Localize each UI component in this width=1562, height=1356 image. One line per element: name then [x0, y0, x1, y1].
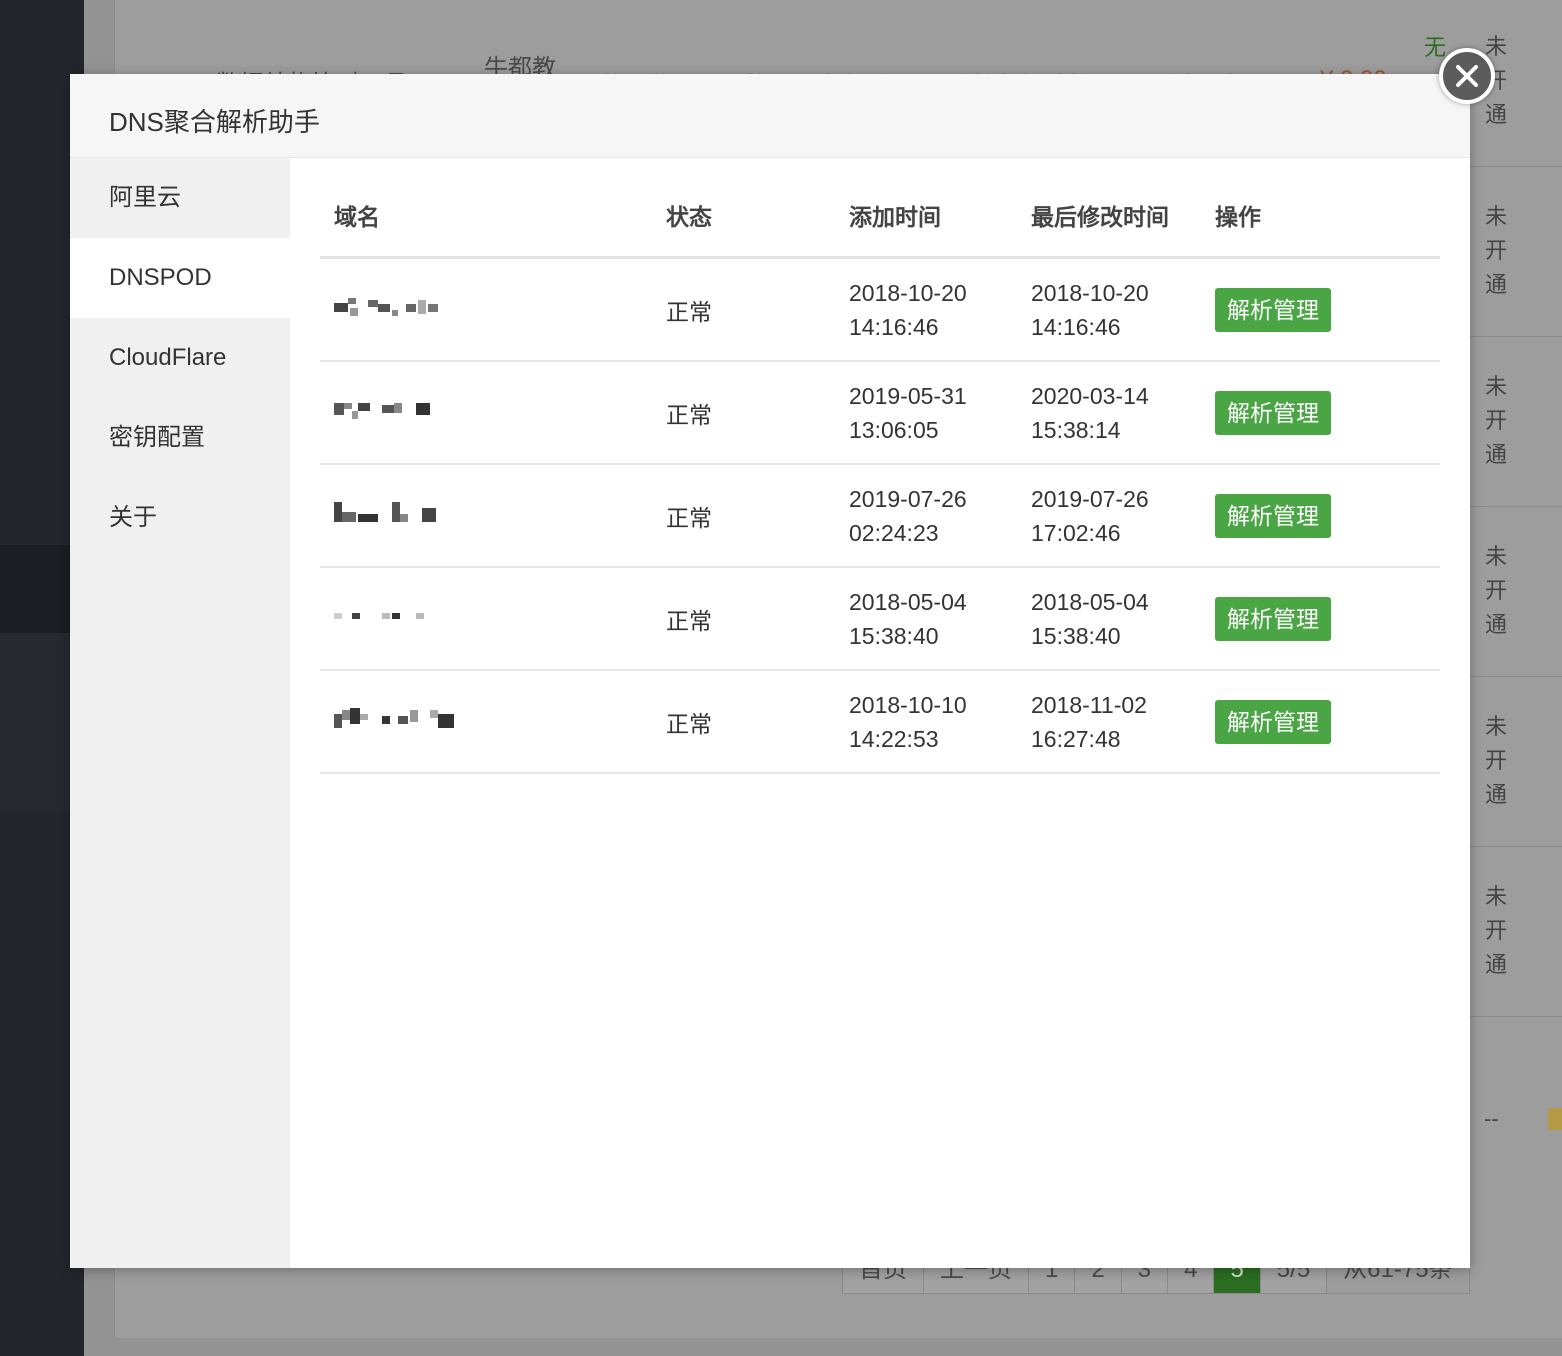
modified-date: 2018-11-02 — [1031, 691, 1147, 718]
tab-cloudflare[interactable]: CloudFlare — [70, 318, 290, 398]
domain-redacted — [334, 605, 444, 627]
domain-cell — [320, 361, 666, 465]
dns-manage-button[interactable]: 解析管理 — [1215, 699, 1331, 744]
table-row: 正常 2019-07-26 02:24:23 2019-07-26 17:02:46… — [320, 464, 1440, 568]
dns-modal: DNS聚合解析助手 阿里云 DNSPOD CloudFlare 密钥配置 关于 … — [70, 74, 1470, 1268]
table-header-row: 域名 状态 添加时间 最后修改时间 操作 — [320, 174, 1440, 259]
table-row: 正常 2018-05-04 15:38:40 2018-05-04 15:38:40… — [320, 567, 1440, 671]
modified-clock: 17:02:46 — [1031, 519, 1121, 546]
modified-clock: 14:16:46 — [1031, 313, 1121, 340]
table-row: 正常 2018-10-20 14:16:46 2018-10-20 14:16:46… — [320, 257, 1440, 362]
status-cell: 正常 — [666, 567, 849, 671]
added-date: 2019-07-26 — [849, 485, 967, 512]
close-icon — [1456, 65, 1478, 87]
action-cell: 解析管理 — [1215, 464, 1440, 568]
modified-time-cell: 2018-05-04 15:38:40 — [1031, 567, 1215, 671]
dns-manage-button[interactable]: 解析管理 — [1215, 493, 1331, 538]
header-modified-time: 最后修改时间 — [1031, 174, 1215, 259]
domain-redacted — [334, 501, 444, 524]
dns-manage-button[interactable]: 解析管理 — [1215, 390, 1331, 435]
table-row: 正常 2018-10-10 14:22:53 2018-11-02 16:27:48… — [320, 670, 1440, 774]
added-time-cell: 2019-07-26 02:24:23 — [849, 464, 1031, 568]
domain-cell — [320, 670, 666, 774]
header-action: 操作 — [1215, 174, 1440, 259]
header-added-time: 添加时间 — [849, 174, 1031, 259]
added-clock: 14:16:46 — [849, 313, 939, 340]
tab-aliyun[interactable]: 阿里云 — [70, 158, 290, 238]
action-cell: 解析管理 — [1215, 361, 1440, 465]
modified-time-cell: 2019-07-26 17:02:46 — [1031, 464, 1215, 568]
provider-tabs: 阿里云 DNSPOD CloudFlare 密钥配置 关于 — [70, 158, 290, 1268]
modified-date: 2020-03-14 — [1031, 382, 1149, 409]
modified-date: 2018-10-20 — [1031, 279, 1149, 306]
modified-time-cell: 2018-11-02 16:27:48 — [1031, 670, 1215, 774]
added-date: 2018-10-20 — [849, 279, 967, 306]
status-cell: 正常 — [666, 464, 849, 568]
status-cell: 正常 — [666, 257, 849, 362]
modified-date: 2019-07-26 — [1031, 485, 1149, 512]
added-clock: 14:22:53 — [849, 725, 939, 752]
table-row: 正常 2019-05-31 13:06:05 2020-03-14 15:38:14… — [320, 361, 1440, 465]
domain-cell — [320, 257, 666, 362]
domain-table: 域名 状态 添加时间 最后修改时间 操作 正常 2018-10-20 14:16:… — [320, 174, 1440, 774]
header-domain: 域名 — [320, 174, 666, 259]
added-clock: 15:38:40 — [849, 622, 939, 649]
added-time-cell: 2019-05-31 13:06:05 — [849, 361, 1031, 465]
action-cell: 解析管理 — [1215, 567, 1440, 671]
added-date: 2018-05-04 — [849, 588, 967, 615]
added-date: 2018-10-10 — [849, 691, 967, 718]
tab-key-config[interactable]: 密钥配置 — [70, 398, 290, 478]
domain-redacted — [334, 399, 444, 421]
added-clock: 02:24:23 — [849, 519, 939, 546]
modified-clock: 15:38:40 — [1031, 622, 1121, 649]
action-cell: 解析管理 — [1215, 670, 1440, 774]
added-clock: 13:06:05 — [849, 416, 939, 443]
header-status: 状态 — [666, 174, 849, 259]
domain-list-panel: 域名 状态 添加时间 最后修改时间 操作 正常 2018-10-20 14:16:… — [290, 158, 1470, 1268]
added-time-cell: 2018-10-10 14:22:53 — [849, 670, 1031, 774]
dns-manage-button[interactable]: 解析管理 — [1215, 596, 1331, 641]
modified-time-cell: 2018-10-20 14:16:46 — [1031, 257, 1215, 362]
tab-dnspod[interactable]: DNSPOD — [70, 238, 290, 318]
dns-manage-button[interactable]: 解析管理 — [1215, 287, 1331, 332]
added-date: 2019-05-31 — [849, 382, 967, 409]
modified-time-cell: 2020-03-14 15:38:14 — [1031, 361, 1215, 465]
status-cell: 正常 — [666, 670, 849, 774]
status-cell: 正常 — [666, 361, 849, 465]
modified-date: 2018-05-04 — [1031, 588, 1149, 615]
close-button[interactable] — [1439, 48, 1495, 104]
modified-clock: 15:38:14 — [1031, 416, 1121, 443]
modified-clock: 16:27:48 — [1031, 725, 1121, 752]
domain-cell — [320, 464, 666, 568]
action-cell: 解析管理 — [1215, 257, 1440, 362]
modal-header: DNS聚合解析助手 — [70, 74, 1470, 158]
domain-redacted — [334, 707, 454, 730]
added-time-cell: 2018-10-20 14:16:46 — [849, 257, 1031, 362]
domain-cell — [320, 567, 666, 671]
domain-redacted — [334, 296, 444, 318]
added-time-cell: 2018-05-04 15:38:40 — [849, 567, 1031, 671]
tab-about[interactable]: 关于 — [70, 478, 290, 558]
modal-title: DNS聚合解析助手 — [109, 107, 320, 137]
